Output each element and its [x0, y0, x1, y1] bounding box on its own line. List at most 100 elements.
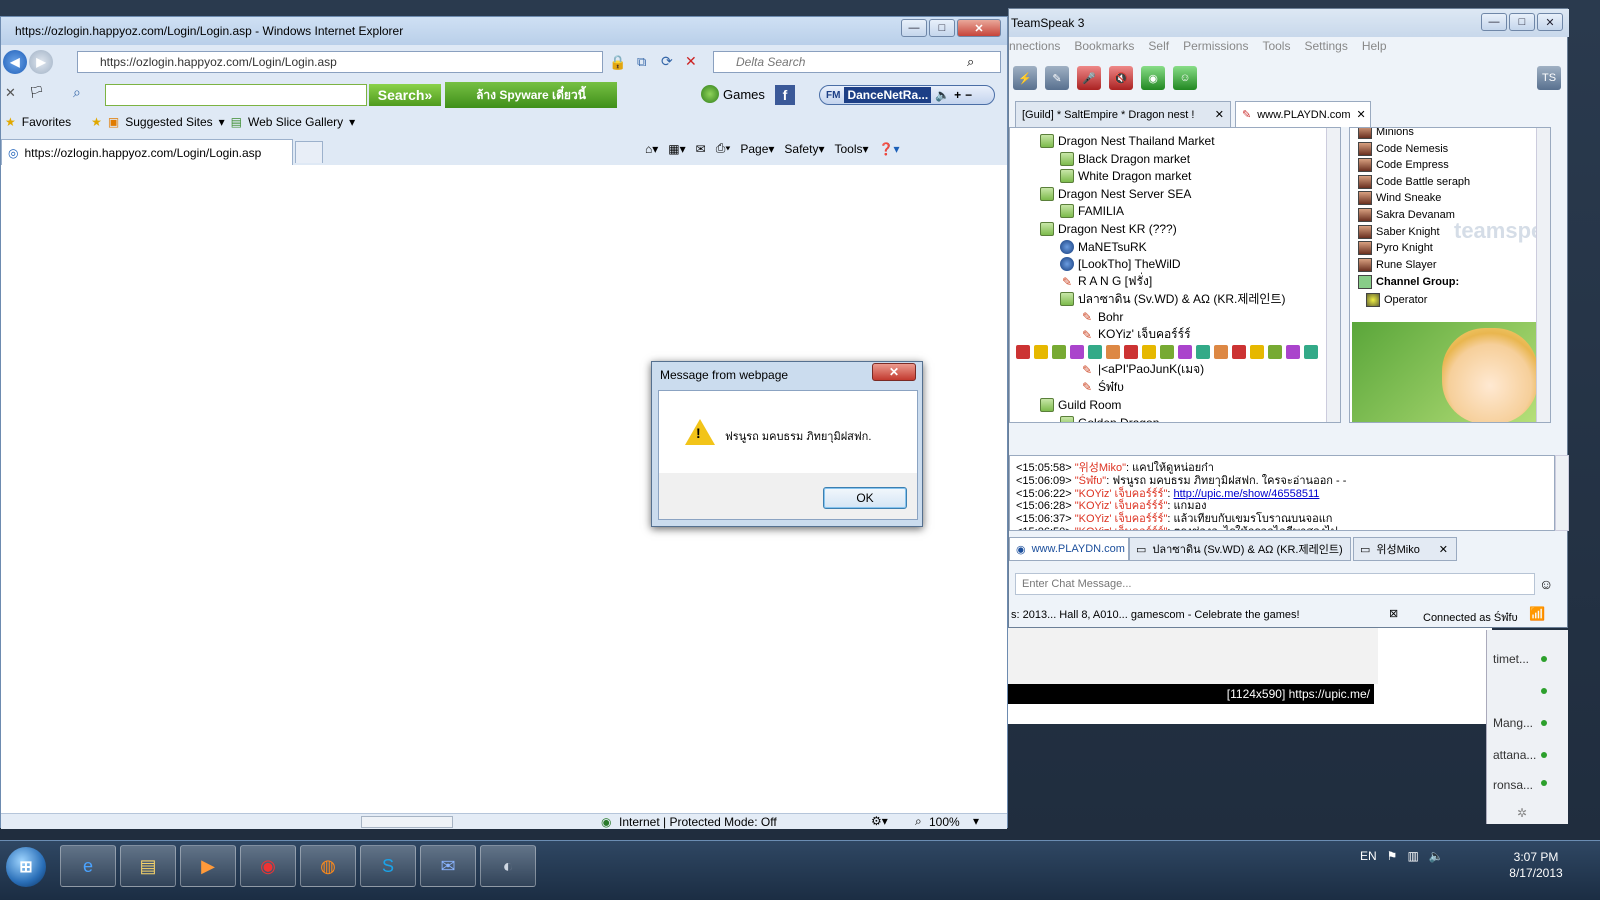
mute-mic-icon[interactable]: 🎤	[1077, 66, 1101, 90]
chat-nick[interactable]: "KOYiz' เจ็บคอร์ร์ร์"	[1075, 526, 1168, 530]
menu-settings[interactable]: Settings	[1304, 39, 1347, 59]
mute-speaker-icon[interactable]: 🔇	[1109, 66, 1133, 90]
chat-tab-private[interactable]: ▭ 위성Miko ✕	[1353, 537, 1457, 561]
suggested-sites-link[interactable]: Suggested Sites	[125, 115, 212, 129]
tree-item[interactable]: ✎ R A N G [ฟรั่ง]	[1060, 273, 1152, 291]
volume-icon[interactable]: 🔈	[1429, 849, 1444, 863]
tree-item[interactable]: White Dragon market	[1060, 167, 1191, 185]
tree-item[interactable]: Guild Room	[1040, 396, 1121, 414]
chevron-down-icon[interactable]: ▾	[973, 814, 979, 828]
menu-self[interactable]: Self	[1148, 39, 1169, 59]
maximize-button[interactable]: □	[929, 19, 955, 37]
menu-bookmarks[interactable]: Bookmarks	[1074, 39, 1134, 59]
news-ticker[interactable]: s: 2013... Hall 8, A010... gamescom - Ce…	[1011, 609, 1300, 621]
network-icon[interactable]: ▥	[1407, 849, 1418, 863]
add-favorite-icon[interactable]: ★	[91, 115, 102, 129]
tree-item[interactable]: Dragon Nest Server SEA	[1040, 185, 1191, 203]
stop-icon[interactable]: ✕	[685, 53, 697, 70]
spyware-button[interactable]: ล้าง Spyware เดี๋ยวนี้	[445, 82, 617, 108]
chrome-taskbar-icon[interactable]: ◉	[240, 845, 296, 887]
chat-tab-channel[interactable]: ▭ ปลาซาดิน (Sv.WD) & AΩ (KR.제레인트)	[1129, 537, 1351, 561]
side-item[interactable]: attana...	[1493, 748, 1536, 762]
language-indicator[interactable]: EN	[1360, 849, 1377, 863]
start-button[interactable]: ⊞	[6, 847, 46, 887]
games-button[interactable]: Games	[701, 85, 765, 103]
toolbar-search-button[interactable]: Search»	[369, 84, 441, 106]
emoticon-icon[interactable]: ☺	[1539, 576, 1553, 592]
screenshot-icon[interactable]: ◉	[1141, 66, 1165, 90]
delta-search-input[interactable]: Delta Search	[713, 51, 1001, 73]
flag-icon[interactable]: 🏳	[29, 85, 44, 99]
zoom-level[interactable]: 100%	[929, 815, 960, 829]
menu-help[interactable]: Help	[1362, 39, 1387, 59]
safety-menu[interactable]: Safety▾	[784, 142, 824, 156]
dialog-close-button[interactable]: ✕	[872, 363, 916, 381]
badge-row[interactable]	[1016, 343, 1318, 361]
compatibility-icon[interactable]: ⧉	[637, 54, 646, 70]
close-button[interactable]: ✕	[957, 19, 1001, 37]
side-item[interactable]: ronsa...	[1493, 778, 1533, 792]
address-bar[interactable]: https://ozlogin.happyoz.com/Login/Login.…	[77, 51, 603, 73]
forward-button[interactable]: ▶	[29, 50, 53, 74]
tree-scrollbar[interactable]	[1326, 128, 1340, 422]
refresh-icon[interactable]: ⟳	[661, 53, 673, 70]
home-icon[interactable]: ⌂▾	[645, 142, 658, 156]
menu-tools[interactable]: Tools	[1262, 39, 1290, 59]
contacts-icon[interactable]: ☺	[1173, 66, 1197, 90]
tree-item[interactable]: Dragon Nest KR (???)	[1040, 220, 1177, 238]
ie-taskbar-icon[interactable]: e	[60, 845, 116, 887]
minimize-button[interactable]: —	[901, 19, 927, 37]
favorites-button[interactable]: Favorites	[22, 115, 71, 129]
volume-icon[interactable]: 🔈	[935, 88, 950, 102]
action-center-icon[interactable]: ⚑	[1387, 849, 1398, 863]
skype-taskbar-icon[interactable]: S	[360, 845, 416, 887]
tree-item[interactable]: ✎ KOYiz' เจ็บคอร์ร์ร์	[1080, 326, 1191, 344]
toolbar-search-input[interactable]	[105, 84, 367, 106]
read-mail-icon[interactable]: ✉	[696, 142, 706, 156]
explorer-taskbar-icon[interactable]: ▤	[120, 845, 176, 887]
tree-item[interactable]: ปลาซาดิน (Sv.WD) & AΩ (KR.제레인트)	[1060, 290, 1286, 308]
tree-item[interactable]: [LookTho] TheWilD	[1060, 255, 1181, 273]
teamspeak-taskbar-icon[interactable]: ◐	[480, 845, 536, 887]
tools-menu[interactable]: Tools▾	[834, 142, 868, 156]
ts-minimize-button[interactable]: —	[1481, 13, 1507, 31]
chevron-down-icon[interactable]: ▾	[349, 115, 355, 129]
messenger-taskbar-icon[interactable]: ✉	[420, 845, 476, 887]
minus-icon[interactable]: −	[965, 88, 972, 102]
ts-maximize-button[interactable]: □	[1509, 13, 1535, 31]
close-icon[interactable]: ✕	[1215, 108, 1224, 121]
close-icon[interactable]: ✕	[1357, 108, 1366, 121]
plus-icon[interactable]: +	[954, 88, 961, 102]
feeds-icon[interactable]: ▦▾	[668, 142, 685, 156]
menu-connections[interactable]: nnections	[1009, 39, 1060, 59]
tree-item[interactable]: ✎ Bohr	[1080, 308, 1123, 326]
tree-item[interactable]: Golden Dragon	[1060, 414, 1159, 422]
print-icon[interactable]: ⎙▾	[716, 141, 731, 156]
web-slice-gallery-link[interactable]: Web Slice Gallery	[248, 115, 343, 129]
settings-icon[interactable]: ✲	[1517, 806, 1527, 820]
toolbar-close-icon[interactable]: ✕	[5, 85, 16, 101]
server-tab-guild[interactable]: [Guild] * SaltEmpire * Dragon nest ! ✕	[1015, 101, 1231, 127]
clock[interactable]: 3:07 PM 8/17/2013	[1496, 849, 1576, 881]
tab-login[interactable]: ◎ https://ozlogin.happyoz.com/Login/Logi…	[1, 139, 293, 165]
ie-titlebar[interactable]: https://ozlogin.happyoz.com/Login/Login.…	[1, 17, 1007, 45]
chat-scrollbar[interactable]	[1555, 455, 1569, 531]
security-zone[interactable]: Internet | Protected Mode: Off	[619, 815, 777, 829]
tree-item[interactable]: FAMILIA	[1060, 202, 1124, 220]
search-icon[interactable]: ⌕	[967, 54, 974, 70]
side-item[interactable]: Mang...	[1493, 716, 1533, 730]
close-icon[interactable]: ⊠	[1389, 607, 1398, 620]
magnifier-icon[interactable]: ⌕	[73, 84, 81, 101]
tree-item[interactable]: ✎ Śพ๋fυ	[1080, 378, 1124, 396]
chevron-down-icon[interactable]: ▾	[219, 115, 225, 129]
page-menu[interactable]: Page▾	[740, 142, 774, 156]
away-icon[interactable]: ✎	[1045, 66, 1069, 90]
new-tab-button[interactable]	[295, 141, 323, 163]
back-button[interactable]: ◀	[3, 50, 27, 74]
tree-item[interactable]: ✎ |<aPI'PaoJunK(เมจ)	[1080, 361, 1204, 379]
ok-button[interactable]: OK	[823, 487, 907, 509]
ts-close-button[interactable]: ✕	[1537, 13, 1563, 31]
chat-input[interactable]: Enter Chat Message...	[1015, 573, 1535, 595]
radio-player[interactable]: FM DanceNetRa... 🔈 + −	[819, 85, 995, 105]
chat-tab-server[interactable]: ◉ www.PLAYDN.com	[1009, 537, 1129, 561]
